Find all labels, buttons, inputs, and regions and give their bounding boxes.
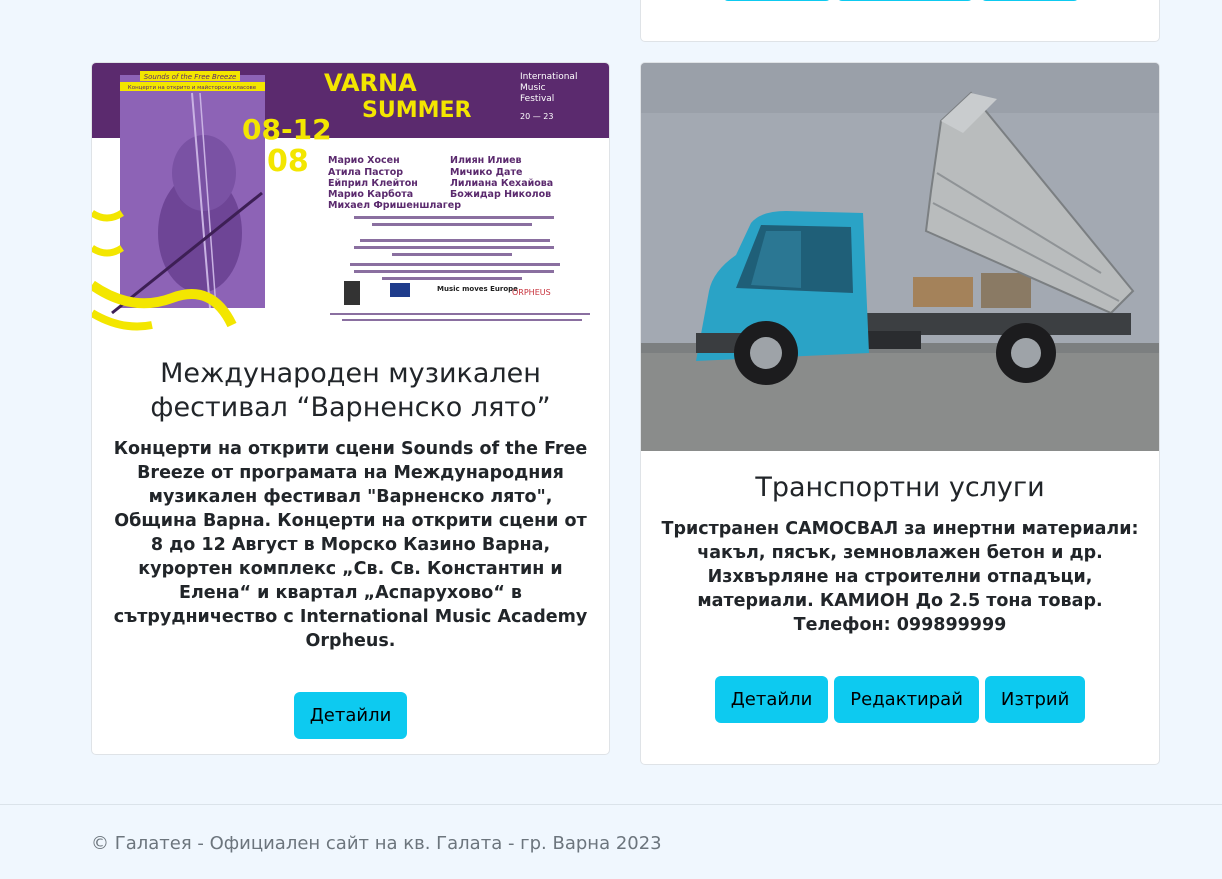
edit-button[interactable]: Редактирай [834, 676, 979, 723]
poster-info-1: International [520, 72, 577, 82]
poster-artist: Лилиана Кехайова [450, 178, 553, 189]
poster-logo-music: Music moves Europe [437, 285, 518, 293]
festival-poster-image: Sounds of the Free Breeze Концерти на от… [92, 63, 609, 333]
poster-series: Sounds of the Free Breeze [144, 73, 237, 81]
transport-card: Транспортни услуги Тристранен САМОСВАЛ з… [640, 62, 1160, 765]
previous-card [640, 0, 1160, 42]
poster-years: 20 — 23 [520, 112, 553, 121]
poster-logo-orpheus: ORPHEUS [512, 288, 551, 297]
poster-artist: Ейприл Клейтон [328, 178, 418, 189]
previous-card-button[interactable] [981, 0, 1079, 1]
card-text: Тристранен САМОСВАЛ за инертни материали… [661, 519, 1139, 635]
poster-festival-line2: SUMMER [362, 98, 472, 123]
poster-festival-line1: VARNA [324, 69, 417, 97]
truck-image [641, 63, 1159, 451]
poster-info-2: Music [520, 83, 546, 93]
poster-artist: Марио Карбота [328, 189, 413, 200]
poster-artist: Атила Пастор [328, 167, 403, 178]
poster-subtitle: Концерти на открито и майсторски класове [128, 84, 257, 91]
previous-card-button[interactable] [723, 0, 831, 1]
poster-artist: Марио Хосен [328, 155, 400, 166]
poster-artist: Божидар Николов [450, 189, 551, 200]
poster-artist: Михаел Фришеншлагер [328, 200, 461, 211]
card-title: Транспортни услуги [755, 472, 1045, 503]
poster-dates-2: 08 [267, 144, 309, 179]
festival-card: Sounds of the Free Breeze Концерти на от… [91, 62, 610, 755]
card-title: Международен музикален фестивал “Варненс… [150, 358, 551, 423]
details-button[interactable]: Детайли [714, 676, 829, 723]
footer: © Галатея - Официален сайт на кв. Галата… [0, 804, 1222, 879]
details-button[interactable]: Детайли [293, 692, 408, 739]
delete-button[interactable]: Изтрий [984, 676, 1086, 723]
card-text: Концерти на открити сцени Sounds of the … [113, 439, 588, 651]
footer-copyright: © Галатея - Официален сайт на кв. Галата… [91, 833, 662, 854]
poster-dates-1: 08-12 [242, 113, 332, 146]
poster-artist: Илиян Илиев [450, 155, 522, 166]
poster-artist: Мичико Дате [450, 167, 522, 178]
previous-card-button[interactable] [837, 0, 973, 1]
poster-info-3: Festival [520, 94, 554, 104]
